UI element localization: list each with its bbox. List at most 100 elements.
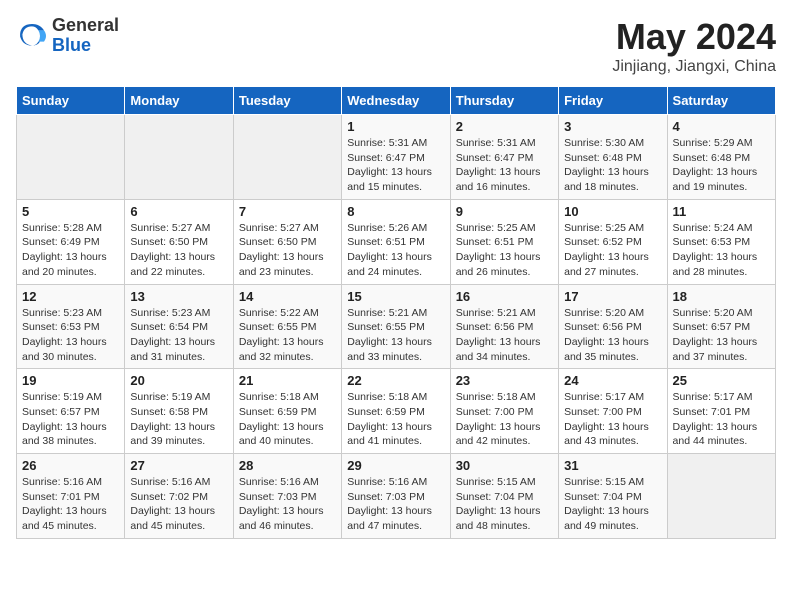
day-info: Sunrise: 5:16 AM Sunset: 7:03 PM Dayligh…: [347, 475, 444, 534]
day-info: Sunrise: 5:23 AM Sunset: 6:53 PM Dayligh…: [22, 306, 119, 365]
calendar-table: SundayMondayTuesdayWednesdayThursdayFrid…: [16, 86, 776, 539]
calendar-cell: 10 Sunrise: 5:25 AM Sunset: 6:52 PM Dayli…: [559, 199, 667, 284]
day-info: Sunrise: 5:21 AM Sunset: 6:55 PM Dayligh…: [347, 306, 444, 365]
calendar-cell: 19 Sunrise: 5:19 AM Sunset: 6:57 PM Dayli…: [17, 369, 125, 454]
day-info: Sunrise: 5:17 AM Sunset: 7:00 PM Dayligh…: [564, 390, 661, 449]
day-info: Sunrise: 5:22 AM Sunset: 6:55 PM Dayligh…: [239, 306, 336, 365]
logo: General Blue: [16, 16, 119, 56]
day-info: Sunrise: 5:23 AM Sunset: 6:54 PM Dayligh…: [130, 306, 227, 365]
day-info: Sunrise: 5:31 AM Sunset: 6:47 PM Dayligh…: [347, 136, 444, 195]
calendar-cell: 30Sunrise: 5:15 AM Sunset: 7:04 PM Dayli…: [450, 454, 558, 539]
day-number: 29: [347, 458, 444, 473]
day-number: 21: [239, 373, 336, 388]
day-info: Sunrise: 5:18 AM Sunset: 6:59 PM Dayligh…: [239, 390, 336, 449]
day-number: 4: [673, 119, 770, 134]
logo-text: General Blue: [52, 16, 119, 56]
calendar-title: May 2024: [612, 16, 776, 58]
header: General Blue May 2024 Jinjiang, Jiangxi,…: [16, 16, 776, 76]
calendar-cell: 15Sunrise: 5:21 AM Sunset: 6:55 PM Dayli…: [342, 284, 450, 369]
calendar-subtitle: Jinjiang, Jiangxi, China: [612, 58, 776, 76]
day-number: 14: [239, 289, 336, 304]
calendar-cell: 16Sunrise: 5:21 AM Sunset: 6:56 PM Dayli…: [450, 284, 558, 369]
day-info: Sunrise: 5:18 AM Sunset: 7:00 PM Dayligh…: [456, 390, 553, 449]
day-info: Sunrise: 5:27 AM Sunset: 6:50 PM Dayligh…: [130, 221, 227, 280]
calendar-cell: 11Sunrise: 5:24 AM Sunset: 6:53 PM Dayli…: [667, 199, 775, 284]
calendar-cell: 3 Sunrise: 5:30 AM Sunset: 6:48 PM Daylig…: [559, 115, 667, 200]
calendar-cell: 29 Sunrise: 5:16 AM Sunset: 7:03 PM Dayli…: [342, 454, 450, 539]
day-info: Sunrise: 5:29 AM Sunset: 6:48 PM Dayligh…: [673, 136, 770, 195]
day-info: Sunrise: 5:25 AM Sunset: 6:52 PM Dayligh…: [564, 221, 661, 280]
day-number: 27: [130, 458, 227, 473]
calendar-cell: 26 Sunrise: 5:16 AM Sunset: 7:01 PM Dayli…: [17, 454, 125, 539]
calendar-cell: 18Sunrise: 5:20 AM Sunset: 6:57 PM Dayli…: [667, 284, 775, 369]
calendar-week-row: 5 Sunrise: 5:28 AM Sunset: 6:49 PM Daylig…: [17, 199, 776, 284]
logo-icon: [16, 20, 48, 52]
day-number: 8: [347, 204, 444, 219]
calendar-cell: 12 Sunrise: 5:23 AM Sunset: 6:53 PM Dayli…: [17, 284, 125, 369]
day-number: 31: [564, 458, 661, 473]
logo-blue: Blue: [52, 36, 119, 56]
day-info: Sunrise: 5:27 AM Sunset: 6:50 PM Dayligh…: [239, 221, 336, 280]
logo-general: General: [52, 16, 119, 36]
day-number: 11: [673, 204, 770, 219]
calendar-cell: 6 Sunrise: 5:27 AM Sunset: 6:50 PM Daylig…: [125, 199, 233, 284]
calendar-cell: 28Sunrise: 5:16 AM Sunset: 7:03 PM Dayli…: [233, 454, 341, 539]
calendar-cell: 25Sunrise: 5:17 AM Sunset: 7:01 PM Dayli…: [667, 369, 775, 454]
weekday-header-cell: Saturday: [667, 87, 775, 115]
calendar-cell: 5 Sunrise: 5:28 AM Sunset: 6:49 PM Daylig…: [17, 199, 125, 284]
calendar-week-row: 26 Sunrise: 5:16 AM Sunset: 7:01 PM Dayli…: [17, 454, 776, 539]
calendar-cell: 8 Sunrise: 5:26 AM Sunset: 6:51 PM Daylig…: [342, 199, 450, 284]
day-number: 22: [347, 373, 444, 388]
day-number: 18: [673, 289, 770, 304]
day-info: Sunrise: 5:25 AM Sunset: 6:51 PM Dayligh…: [456, 221, 553, 280]
day-info: Sunrise: 5:30 AM Sunset: 6:48 PM Dayligh…: [564, 136, 661, 195]
day-number: 13: [130, 289, 227, 304]
day-number: 17: [564, 289, 661, 304]
calendar-cell: 21 Sunrise: 5:18 AM Sunset: 6:59 PM Dayli…: [233, 369, 341, 454]
calendar-cell: 13 Sunrise: 5:23 AM Sunset: 6:54 PM Dayli…: [125, 284, 233, 369]
day-number: 23: [456, 373, 553, 388]
calendar-cell: [125, 115, 233, 200]
calendar-cell: 31 Sunrise: 5:15 AM Sunset: 7:04 PM Dayli…: [559, 454, 667, 539]
weekday-header-row: SundayMondayTuesdayWednesdayThursdayFrid…: [17, 87, 776, 115]
day-info: Sunrise: 5:26 AM Sunset: 6:51 PM Dayligh…: [347, 221, 444, 280]
day-info: Sunrise: 5:16 AM Sunset: 7:03 PM Dayligh…: [239, 475, 336, 534]
weekday-header-cell: Sunday: [17, 87, 125, 115]
calendar-cell: 27Sunrise: 5:16 AM Sunset: 7:02 PM Dayli…: [125, 454, 233, 539]
day-info: Sunrise: 5:15 AM Sunset: 7:04 PM Dayligh…: [564, 475, 661, 534]
calendar-cell: 4 Sunrise: 5:29 AM Sunset: 6:48 PM Daylig…: [667, 115, 775, 200]
weekday-header-cell: Thursday: [450, 87, 558, 115]
weekday-header-cell: Monday: [125, 87, 233, 115]
day-number: 19: [22, 373, 119, 388]
day-info: Sunrise: 5:18 AM Sunset: 6:59 PM Dayligh…: [347, 390, 444, 449]
calendar-cell: 1 Sunrise: 5:31 AM Sunset: 6:47 PM Daylig…: [342, 115, 450, 200]
calendar-cell: [233, 115, 341, 200]
day-number: 6: [130, 204, 227, 219]
day-number: 16: [456, 289, 553, 304]
day-info: Sunrise: 5:31 AM Sunset: 6:47 PM Dayligh…: [456, 136, 553, 195]
day-number: 5: [22, 204, 119, 219]
calendar-cell: 23 Sunrise: 5:18 AM Sunset: 7:00 PM Dayli…: [450, 369, 558, 454]
day-info: Sunrise: 5:19 AM Sunset: 6:57 PM Dayligh…: [22, 390, 119, 449]
day-number: 7: [239, 204, 336, 219]
day-number: 12: [22, 289, 119, 304]
calendar-cell: 14 Sunrise: 5:22 AM Sunset: 6:55 PM Dayli…: [233, 284, 341, 369]
calendar-body: 1 Sunrise: 5:31 AM Sunset: 6:47 PM Daylig…: [17, 115, 776, 539]
calendar-cell: 22 Sunrise: 5:18 AM Sunset: 6:59 PM Dayli…: [342, 369, 450, 454]
day-info: Sunrise: 5:16 AM Sunset: 7:01 PM Dayligh…: [22, 475, 119, 534]
day-info: Sunrise: 5:28 AM Sunset: 6:49 PM Dayligh…: [22, 221, 119, 280]
day-info: Sunrise: 5:20 AM Sunset: 6:56 PM Dayligh…: [564, 306, 661, 365]
day-number: 1: [347, 119, 444, 134]
day-number: 26: [22, 458, 119, 473]
weekday-header-cell: Friday: [559, 87, 667, 115]
day-number: 3: [564, 119, 661, 134]
weekday-header-cell: Tuesday: [233, 87, 341, 115]
day-number: 25: [673, 373, 770, 388]
calendar-week-row: 19 Sunrise: 5:19 AM Sunset: 6:57 PM Dayli…: [17, 369, 776, 454]
title-area: May 2024 Jinjiang, Jiangxi, China: [612, 16, 776, 76]
calendar-cell: 20Sunrise: 5:19 AM Sunset: 6:58 PM Dayli…: [125, 369, 233, 454]
day-info: Sunrise: 5:19 AM Sunset: 6:58 PM Dayligh…: [130, 390, 227, 449]
calendar-cell: 7 Sunrise: 5:27 AM Sunset: 6:50 PM Daylig…: [233, 199, 341, 284]
day-info: Sunrise: 5:15 AM Sunset: 7:04 PM Dayligh…: [456, 475, 553, 534]
day-number: 10: [564, 204, 661, 219]
